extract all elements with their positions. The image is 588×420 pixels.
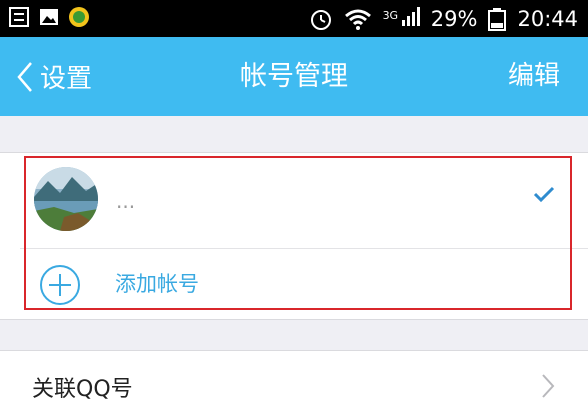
section-spacer (0, 116, 588, 152)
clock: 20:44 (517, 6, 578, 31)
account-row[interactable]: ... (0, 153, 588, 249)
battery-icon (488, 7, 507, 31)
status-bar: 3G 29% 20:44 (0, 0, 588, 37)
linked-qq-row[interactable]: 关联QQ号 (0, 350, 588, 420)
back-label: 设置 (40, 64, 93, 94)
account-list: ... 添加帐号 (0, 152, 588, 320)
account-name: ... (116, 189, 136, 213)
list-icon (9, 7, 29, 27)
signal-indicator: 3G (383, 5, 421, 32)
edit-button[interactable]: 编辑 (508, 37, 560, 116)
add-circle-icon (40, 265, 80, 305)
add-account-row[interactable]: 添加帐号 (0, 249, 588, 321)
avatar (34, 167, 98, 231)
image-icon (40, 9, 58, 25)
navigation-bar: 设置 帐号管理 编辑 (0, 37, 588, 116)
back-chevron-icon (17, 61, 32, 92)
chevron-right-icon (542, 374, 555, 398)
app-badge-icon (69, 7, 89, 27)
notification-icons (8, 6, 90, 28)
network-type: 3G (382, 9, 399, 22)
alarm-icon (310, 9, 331, 30)
checkmark-icon (533, 186, 555, 203)
system-indicators: 3G 29% 20:44 (309, 0, 578, 37)
linked-qq-label: 关联QQ号 (32, 377, 133, 402)
signal-icon (401, 7, 420, 26)
section-spacer (0, 320, 588, 350)
add-account-label: 添加帐号 (115, 272, 199, 296)
battery-percent: 29% (430, 6, 478, 31)
wifi-icon (344, 9, 371, 30)
back-button[interactable]: 设置 (16, 37, 92, 116)
